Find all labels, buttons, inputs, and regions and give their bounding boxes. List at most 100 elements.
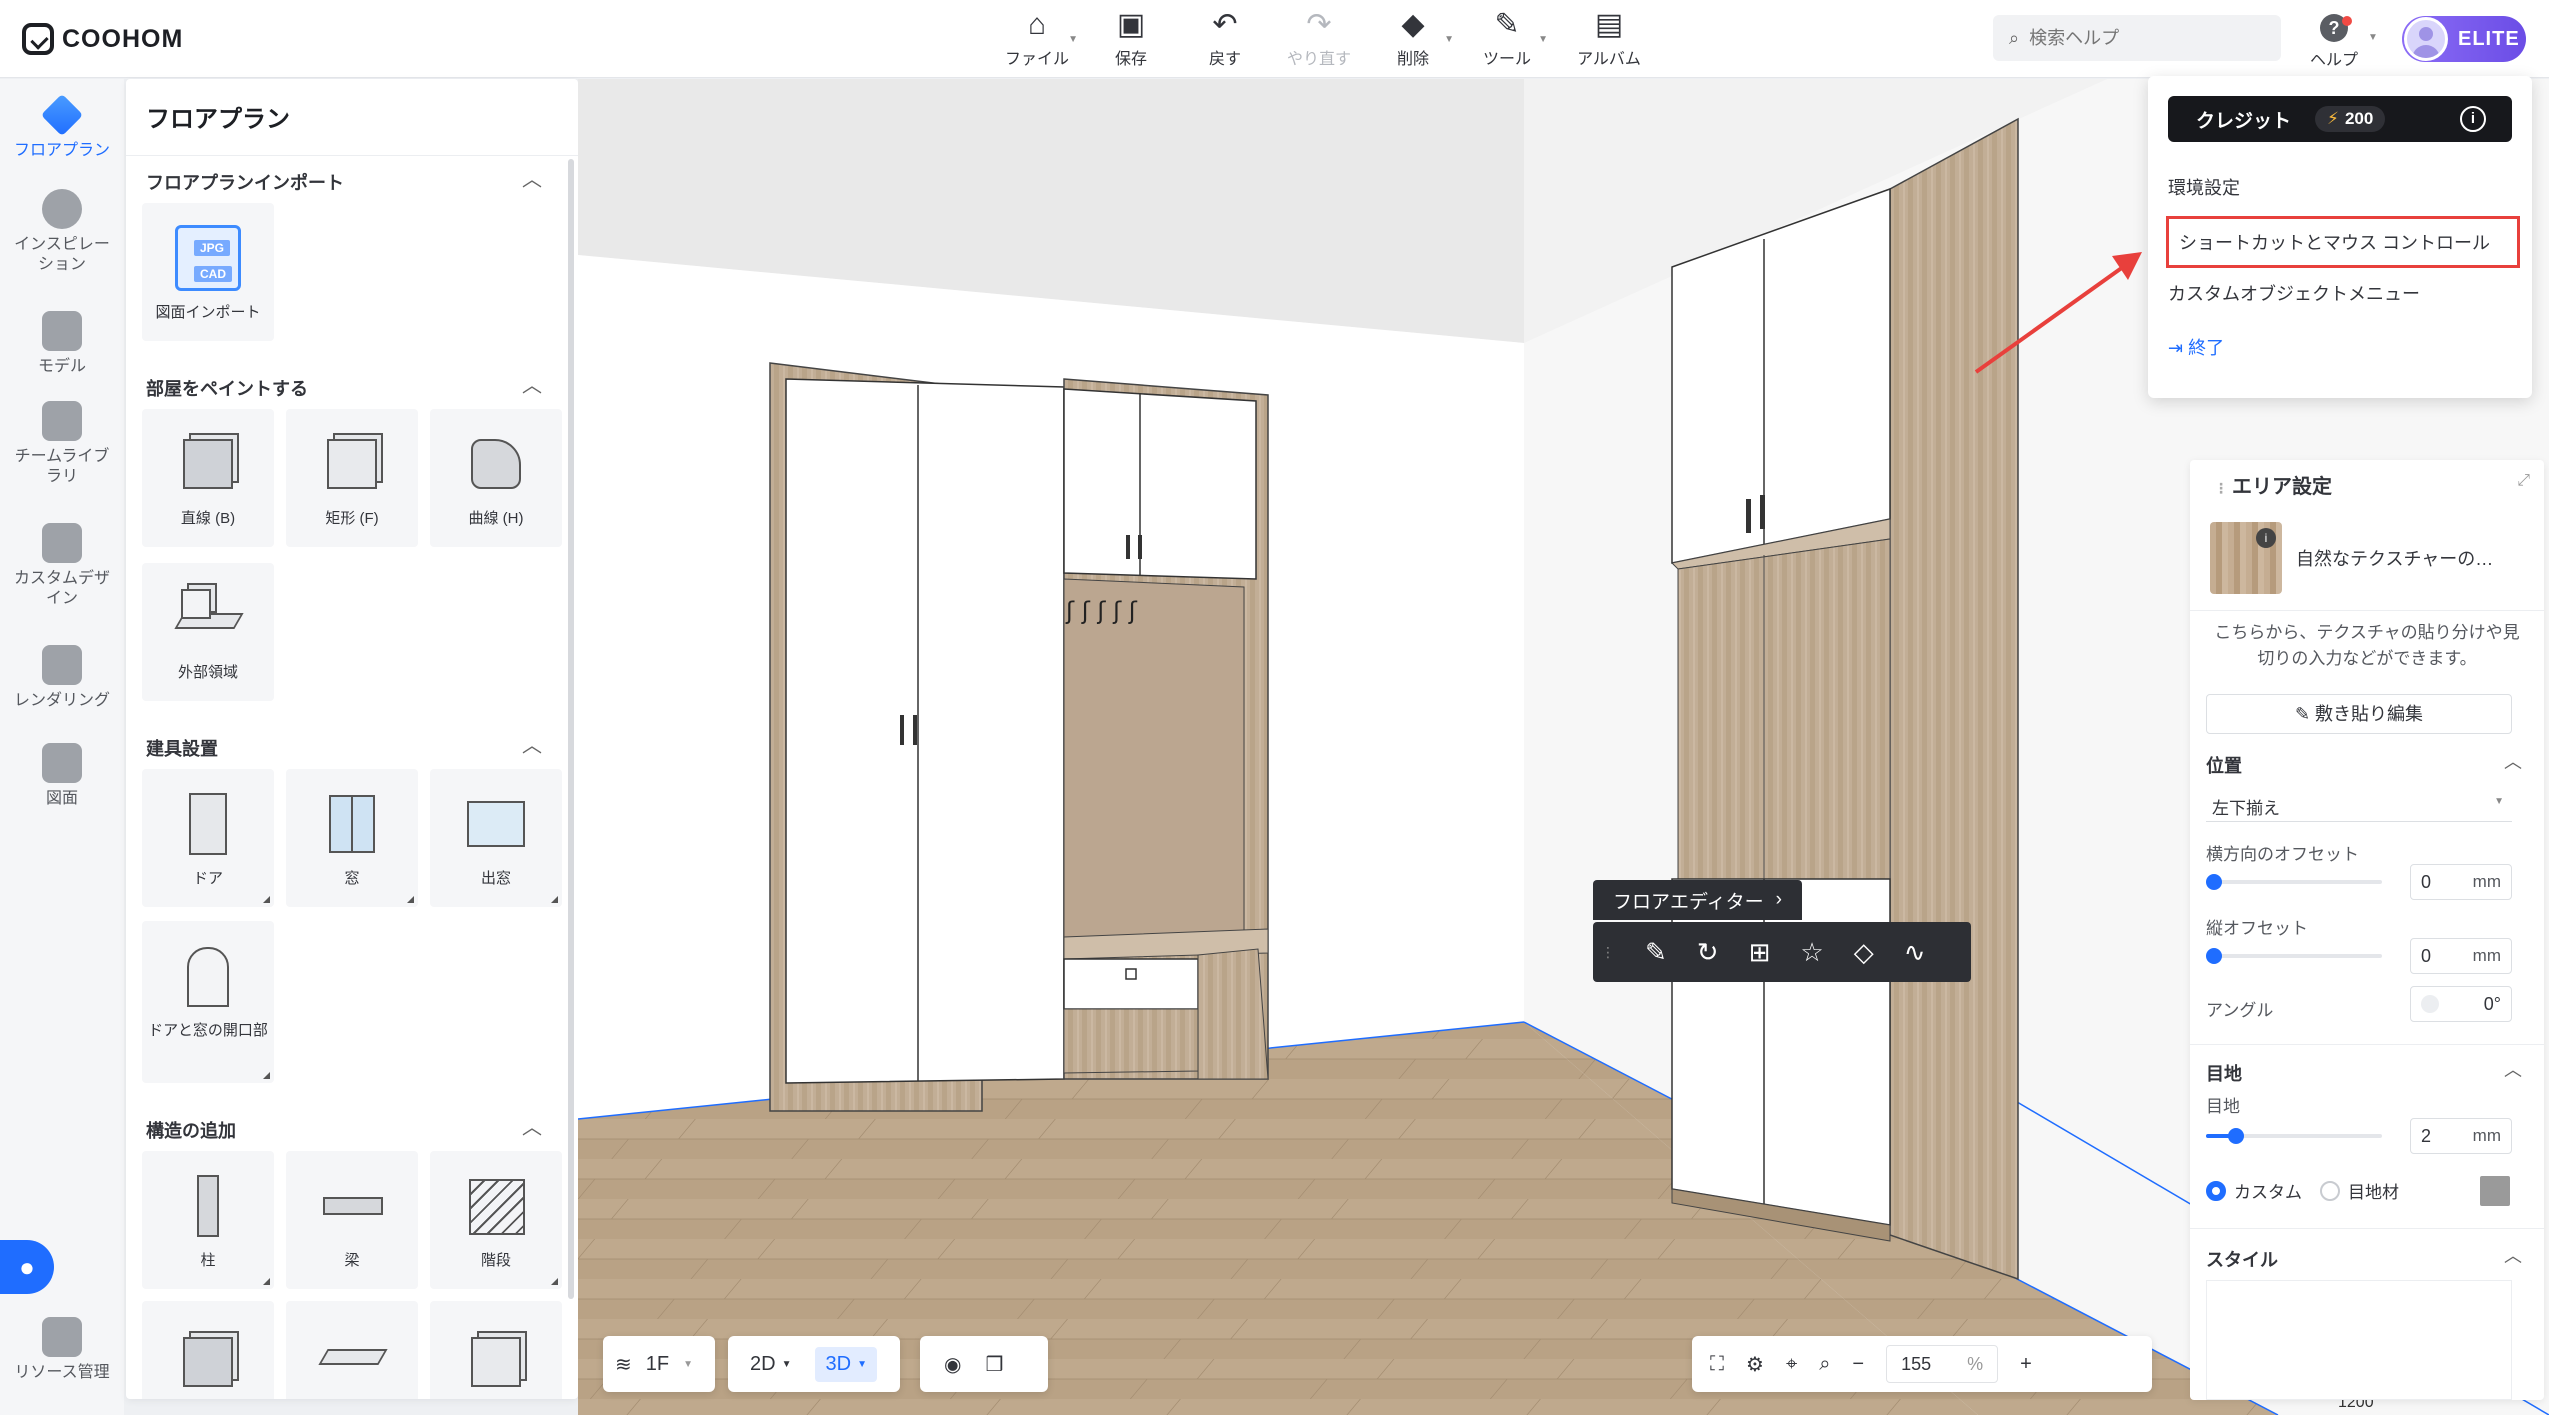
menu-item-custom-object[interactable]: カスタムオブジェクトメニュー	[2168, 280, 2420, 306]
zoom-input[interactable]: 155 %	[1886, 1345, 1999, 1383]
nav-custom-design[interactable]: カスタムデザイン	[0, 523, 124, 609]
pencil-icon[interactable]: ✎	[1645, 937, 1667, 968]
card-label: 外部領域	[177, 664, 238, 681]
beam-icon	[319, 1173, 385, 1239]
chevron-up-icon[interactable]: ︿	[522, 163, 542, 192]
angle-dial-icon[interactable]	[2421, 995, 2439, 1013]
info-icon[interactable]: i	[2256, 528, 2276, 548]
drag-handle-icon[interactable]: ⋮	[2214, 480, 2228, 496]
chevron-up-icon[interactable]: ︿	[522, 369, 542, 398]
right-tall-cabinet[interactable]	[1670, 117, 2019, 1281]
star-icon[interactable]: ☆	[1800, 937, 1823, 968]
h-offset-slider[interactable]	[2206, 874, 2382, 890]
credit-bar[interactable]: クレジット ⚡ 200 i	[2168, 96, 2512, 142]
drag-handle-icon[interactable]: ⋮	[1601, 944, 1615, 961]
outer-area-card[interactable]: 外部領域	[142, 563, 274, 701]
menu-item-shortcuts[interactable]: ショートカットとマウス コントロール	[2166, 216, 2520, 268]
menu-item-exit[interactable]: ⇥ 終了	[2168, 334, 2224, 360]
rotate-icon[interactable]: ↻	[1697, 937, 1719, 968]
radio-joint-material[interactable]: 目地材	[2320, 1178, 2399, 1203]
help-button[interactable]: ? ヘルプ	[2304, 10, 2364, 70]
file-button[interactable]: ⌂ ファイル ▼	[990, 8, 1084, 70]
style-preview[interactable]	[2206, 1280, 2512, 1400]
structure-item-card[interactable]	[430, 1301, 562, 1399]
import-image-icon: JPG CAD	[175, 225, 241, 291]
import-drawing-card[interactable]: JPG CAD 図面インポート	[142, 203, 274, 341]
column-card[interactable]: 柱	[142, 1151, 274, 1289]
main-toolbar: ⌂ ファイル ▼ ▣ 保存 ↶ 戻す ↷ やり直す ◆ 削除 ▼ ✎ ツール ▼…	[990, 8, 1664, 70]
view-2d-button[interactable]: 2D ▼	[740, 1347, 801, 1382]
joint-slider[interactable]	[2206, 1128, 2382, 1144]
panel-scrollbar[interactable]	[568, 159, 574, 1299]
angle-value: 0°	[2483, 993, 2501, 1014]
chevron-up-icon[interactable]: ︿	[2504, 1242, 2522, 1268]
joint-input[interactable]: 2 mm	[2410, 1118, 2512, 1154]
zoom-settings-icon[interactable]: ⚙	[1746, 1352, 1764, 1377]
h-offset-input[interactable]: 0 mm	[2410, 864, 2512, 900]
info-icon[interactable]: i	[2460, 106, 2486, 132]
structure-item-card[interactable]	[286, 1301, 418, 1399]
angle-input[interactable]: 0°	[2410, 986, 2512, 1022]
save-button[interactable]: ▣ 保存	[1084, 8, 1178, 70]
nav-rendering[interactable]: レンダリング	[0, 645, 124, 711]
album-button[interactable]: ▤ アルバム	[1554, 8, 1664, 70]
chevron-up-icon[interactable]: ︿	[522, 729, 542, 758]
user-menu-button[interactable]: ELITE	[2402, 16, 2526, 62]
chevron-down-icon[interactable]: ▼	[2368, 32, 2378, 43]
nav-inspiration[interactable]: インスピレーション	[0, 189, 124, 275]
nav-model[interactable]: モデル	[0, 311, 124, 377]
zoom-search-icon[interactable]: ⌕	[1819, 1353, 1830, 1376]
chat-support-button[interactable]: ●	[0, 1240, 54, 1294]
focus-icon[interactable]: ⌖	[1786, 1353, 1797, 1376]
search-box[interactable]: ⌕	[1993, 15, 2281, 61]
floor-editor-button[interactable]: フロアエディター ›	[1593, 880, 1802, 920]
app-logo[interactable]: COOHOM	[22, 20, 183, 58]
alignment-select[interactable]: 左下揃え ▼	[2206, 786, 2512, 822]
v-offset-input[interactable]: 0 mm	[2410, 938, 2512, 974]
view-3d-button[interactable]: 3D ▼	[815, 1346, 877, 1382]
chevron-up-icon[interactable]: ︿	[2504, 1056, 2522, 1082]
slider-knob[interactable]	[2206, 948, 2222, 964]
structure-item-card[interactable]	[142, 1301, 274, 1399]
window-card[interactable]: 窓	[286, 769, 418, 907]
add-copy-icon[interactable]: ⊞	[1749, 937, 1771, 968]
zoom-out-icon[interactable]: −	[1852, 1353, 1864, 1376]
stairs-card[interactable]: 階段	[430, 1151, 562, 1289]
radio-button-checked[interactable]	[2206, 1180, 2226, 1201]
straight-room-card[interactable]: 直線 (B)	[142, 409, 274, 547]
curve-tool-icon[interactable]: ∿	[1904, 937, 1926, 968]
slider-knob[interactable]	[2228, 1128, 2244, 1144]
joint-color-swatch[interactable]	[2480, 1176, 2510, 1206]
expand-icon[interactable]: ⤢	[2517, 472, 2530, 490]
curve-room-card[interactable]: 曲線 (H)	[430, 409, 562, 547]
radio-button[interactable]	[2320, 1180, 2340, 1201]
nav-resource-management[interactable]: リソース管理	[0, 1317, 124, 1383]
eraser-icon[interactable]: ◇	[1854, 937, 1874, 968]
cube-view-icon[interactable]: ❒	[985, 1352, 1003, 1377]
left-wardrobe[interactable]: ʃ ʃ ʃ ʃ ʃ	[769, 362, 1269, 1112]
tile-edit-button[interactable]: ✎ 敷き貼り編集	[2206, 694, 2512, 734]
redo-button[interactable]: ↷ やり直す	[1272, 8, 1366, 70]
eye-icon[interactable]: ◉	[944, 1352, 961, 1377]
floor-selector[interactable]: ≋ 1F ▼	[603, 1336, 715, 1392]
v-offset-slider[interactable]	[2206, 948, 2382, 964]
beam-card[interactable]: 梁	[286, 1151, 418, 1289]
zoom-in-icon[interactable]: +	[2020, 1353, 2032, 1376]
bay-window-card[interactable]: 出窓	[430, 769, 562, 907]
tools-button[interactable]: ✎ ツール ▼	[1460, 8, 1554, 70]
delete-button[interactable]: ◆ 削除 ▼	[1366, 8, 1460, 70]
rect-room-card[interactable]: 矩形 (F)	[286, 409, 418, 547]
menu-item-preferences[interactable]: 環境設定	[2168, 174, 2240, 200]
radio-custom[interactable]: カスタム	[2206, 1178, 2302, 1203]
fit-view-icon[interactable]: ⛶	[1710, 1353, 1724, 1376]
opening-card[interactable]: ドアと窓の開口部	[142, 921, 274, 1083]
nav-floorplan[interactable]: フロアプラン	[0, 93, 124, 161]
chevron-up-icon[interactable]: ︿	[2504, 748, 2522, 774]
door-card[interactable]: ドア	[142, 769, 274, 907]
search-input[interactable]	[2029, 27, 2260, 49]
nav-team-library[interactable]: チームライブラリ	[0, 401, 124, 487]
nav-drawing[interactable]: 図面	[0, 743, 124, 809]
slider-knob[interactable]	[2206, 874, 2222, 890]
undo-button[interactable]: ↶ 戻す	[1178, 8, 1272, 70]
chevron-up-icon[interactable]: ︿	[522, 1111, 542, 1140]
